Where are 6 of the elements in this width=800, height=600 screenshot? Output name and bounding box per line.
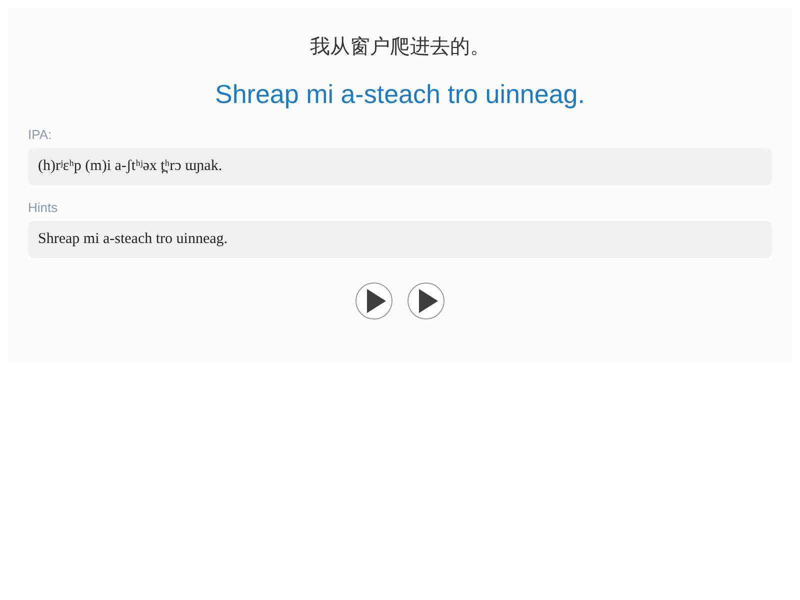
translation-text: Shreap mi a-steach tro uinneag. bbox=[214, 78, 586, 111]
prompt-text: 我从窗户爬进去的。 bbox=[309, 33, 491, 60]
play-button[interactable] bbox=[355, 282, 393, 320]
field-label: IPA: bbox=[28, 126, 53, 144]
field-label: Hints bbox=[28, 199, 59, 217]
play-button[interactable] bbox=[407, 282, 445, 320]
